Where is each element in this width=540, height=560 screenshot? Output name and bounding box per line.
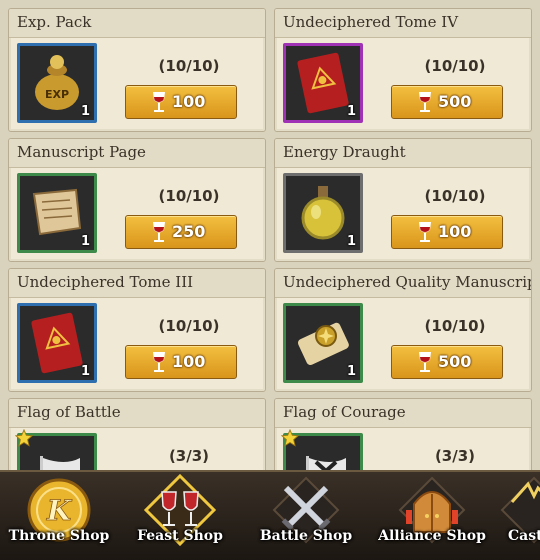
item-icon-frame: 1 — [17, 303, 97, 383]
wine-glass-icon — [419, 352, 431, 372]
item-price: 100 — [172, 352, 206, 371]
item-stock: (10/10) — [158, 57, 220, 75]
item-name: Flag of Battle — [17, 403, 121, 421]
shop-item-card[interactable]: Energy Draught 1 (10/10) 100 — [274, 138, 532, 262]
item-quantity: 1 — [80, 364, 90, 379]
nav-castle-shop[interactable]: Cast — [494, 472, 540, 560]
item-stock: (10/10) — [158, 187, 220, 205]
item-name: Manuscript Page — [17, 143, 146, 161]
nav-label: Feast Shop — [137, 528, 223, 544]
item-stock: (3/3) — [434, 447, 476, 465]
nav-feast-shop[interactable]: Feast Shop — [118, 472, 242, 560]
item-icon-frame: 1 — [283, 43, 363, 123]
shop-item-card[interactable]: Manuscript Page 1 (10/10) 250 — [8, 138, 266, 262]
star-icon — [15, 429, 33, 447]
nav-label: Battle Shop — [259, 528, 353, 544]
item-quantity: 1 — [80, 104, 90, 119]
nav-label: Throne Shop — [8, 528, 110, 544]
nav-battle-shop[interactable]: Battle Shop — [242, 472, 370, 560]
shop-item-card[interactable]: Undeciphered Tome IV 1 (10/10) 500 — [274, 8, 532, 132]
item-stock: (10/10) — [424, 317, 486, 335]
item-price: 100 — [438, 222, 472, 241]
item-name: Undeciphered Tome IV — [283, 13, 459, 31]
nav-label: Alliance Shop — [378, 528, 486, 544]
item-quantity: 1 — [80, 234, 90, 249]
wine-glass-icon — [153, 92, 165, 112]
nav-label: Cast — [508, 528, 540, 544]
item-price: 500 — [438, 92, 472, 111]
buy-button[interactable]: 500 — [391, 85, 503, 119]
item-stock: (10/10) — [424, 187, 486, 205]
wine-glass-icon — [419, 92, 431, 112]
svg-text:K: K — [46, 494, 73, 527]
item-name: Energy Draught — [283, 143, 406, 161]
item-quantity: 1 — [346, 104, 356, 119]
wine-glass-icon — [153, 222, 165, 242]
item-price: 250 — [172, 222, 206, 241]
buy-button[interactable]: 100 — [125, 345, 237, 379]
item-icon-frame: 1 — [283, 303, 363, 383]
shop-nav-bar: K Throne Shop Feast Shop Battle Shop All… — [0, 470, 540, 560]
item-quantity: 1 — [346, 364, 356, 379]
item-stock: (10/10) — [424, 57, 486, 75]
item-stock: (3/3) — [168, 447, 210, 465]
wine-glass-icon — [419, 222, 431, 242]
item-icon-frame: EXP 1 — [17, 43, 97, 123]
shop-item-card[interactable]: Undeciphered Quality Manuscript 1 (10/10… — [274, 268, 532, 392]
item-icon-frame: 1 — [283, 173, 363, 253]
shop-item-card[interactable]: Undeciphered Tome III 1 (10/10) 100 — [8, 268, 266, 392]
item-stock: (10/10) — [158, 317, 220, 335]
item-icon-frame: 1 — [17, 173, 97, 253]
item-price: 500 — [438, 352, 472, 371]
svg-text:EXP: EXP — [45, 88, 69, 101]
item-quantity: 1 — [346, 234, 356, 249]
item-name: Undeciphered Tome III — [17, 273, 194, 291]
buy-button[interactable]: 100 — [391, 215, 503, 249]
wine-glass-icon — [153, 352, 165, 372]
nav-throne-shop[interactable]: K Throne Shop — [0, 472, 118, 560]
item-price: 100 — [172, 92, 206, 111]
buy-button[interactable]: 100 — [125, 85, 237, 119]
star-icon — [281, 429, 299, 447]
buy-button[interactable]: 250 — [125, 215, 237, 249]
shop-item-card[interactable]: Exp. Pack EXP 1 (10/10) 100 — [8, 8, 266, 132]
buy-button[interactable]: 500 — [391, 345, 503, 379]
nav-alliance-shop[interactable]: Alliance Shop — [370, 472, 494, 560]
item-name: Undeciphered Quality Manuscript — [283, 273, 532, 291]
item-name: Exp. Pack — [17, 13, 92, 31]
item-name: Flag of Courage — [283, 403, 406, 421]
shop-grid: Exp. Pack EXP 1 (10/10) 100 Undeciphered… — [0, 0, 540, 490]
